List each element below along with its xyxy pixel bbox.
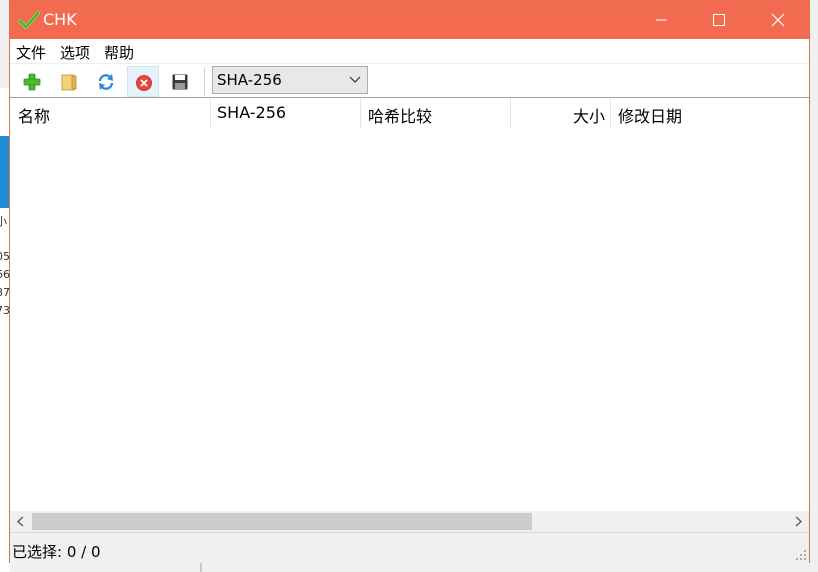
refresh-button[interactable] — [90, 66, 122, 97]
column-header-hash[interactable]: SHA-256 — [211, 98, 361, 128]
column-header-compare[interactable]: 哈希比较 — [361, 98, 511, 128]
folder-icon — [61, 74, 77, 91]
maximize-icon — [713, 14, 725, 26]
open-button[interactable] — [53, 66, 85, 97]
background-window-divider — [200, 562, 202, 572]
toolbar: SHA-256 — [10, 63, 809, 98]
add-button[interactable] — [16, 66, 48, 97]
scroll-right-button[interactable] — [788, 511, 809, 532]
column-header-label: 修改日期 — [618, 107, 683, 126]
stop-icon — [136, 75, 152, 91]
background-window-text: 小 — [0, 215, 7, 228]
column-header-modified[interactable]: 修改日期 — [611, 98, 809, 128]
menu-options[interactable]: 选项 — [60, 42, 90, 63]
scrollbar-thumb[interactable] — [32, 513, 532, 530]
minimize-button[interactable] — [639, 1, 685, 39]
column-header-size[interactable]: 大小 — [511, 98, 611, 128]
menu-file[interactable]: 文件 — [16, 42, 46, 63]
column-header-label: SHA-256 — [217, 103, 287, 122]
minimize-icon — [656, 19, 667, 21]
selection-status: 已选择: 0 / 0 — [12, 543, 101, 561]
status-bar: 已选择: 0 / 0 — [10, 532, 809, 563]
hash-algorithm-value: SHA-256 — [217, 71, 282, 89]
column-header-label: 大小 — [572, 107, 605, 126]
horizontal-scrollbar[interactable] — [10, 511, 809, 532]
close-icon — [771, 13, 785, 27]
close-button[interactable] — [755, 1, 801, 39]
save-button[interactable] — [164, 66, 196, 97]
column-header-name[interactable]: 名称 — [10, 98, 211, 128]
save-icon — [172, 74, 188, 90]
resize-grip-icon[interactable] — [795, 549, 807, 561]
maximize-button[interactable] — [696, 1, 742, 39]
stop-button[interactable] — [127, 66, 159, 97]
chevron-left-icon — [16, 516, 24, 527]
column-header-label: 名称 — [18, 107, 51, 126]
title-bar[interactable]: CHK — [10, 1, 809, 39]
hash-algorithm-select[interactable]: SHA-256 — [212, 66, 368, 94]
checkmark-icon — [18, 9, 40, 31]
file-list[interactable]: 名称 SHA-256 哈希比较 大小 修改日期 — [10, 97, 809, 512]
chevron-down-icon — [349, 76, 361, 83]
plus-icon — [23, 73, 41, 91]
toolbar-separator — [204, 68, 205, 96]
refresh-icon — [98, 74, 114, 90]
scroll-left-button[interactable] — [10, 511, 31, 532]
menu-bar: 文件 选项 帮助 — [10, 39, 809, 63]
menu-help[interactable]: 帮助 — [104, 42, 134, 63]
column-header-label: 哈希比较 — [368, 107, 433, 126]
window-title: CHK — [43, 10, 77, 29]
chevron-right-icon — [795, 516, 803, 527]
chk-window: CHK 文件 选项 帮助 SHA-256 名称 SHA-256 哈希比较 大小 … — [9, 0, 810, 563]
